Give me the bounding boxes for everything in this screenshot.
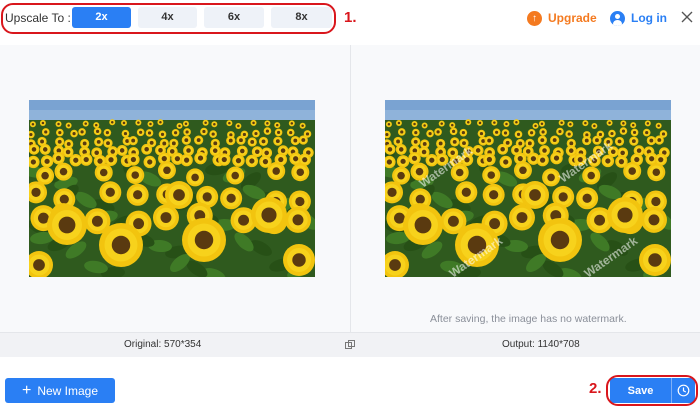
plus-icon: + [21,381,32,399]
caption-strip: Original: 570*354 Output: 1140*708 [0,332,700,357]
original-image [29,100,315,277]
login-label: Log in [631,11,667,25]
new-image-label: New Image [37,383,99,398]
original-caption: Original: 570*354 [124,339,202,350]
top-toolbar: Upscale To : 2x 4x 6x 8x 1. ↑ Upgrade Lo… [0,0,700,40]
annotation-number-1: 1. [344,9,357,26]
watermark-note: After saving, the image has no watermark… [430,313,627,325]
annotation-box-2 [606,375,698,406]
output-caption: Output: 1140*708 [502,339,580,350]
annotation-box-1 [1,3,336,34]
user-circle-icon [610,10,625,26]
upgrade-label: Upgrade [548,11,597,25]
output-image: Watermark Watermark Watermark Watermark [385,100,671,277]
close-icon[interactable] [679,9,695,25]
compare-icon[interactable] [345,340,355,350]
preview-area: Watermark Watermark Watermark Watermark … [0,45,700,357]
new-image-button[interactable]: + New Image [5,378,115,403]
sunflower-picture [29,100,315,277]
upgrade-link[interactable]: ↑ Upgrade [527,9,597,27]
login-link[interactable]: Log in [610,9,667,27]
annotation-number-2: 2. [589,380,602,397]
arrow-up-circle-icon: ↑ [527,10,542,26]
preview-divider [350,45,351,332]
